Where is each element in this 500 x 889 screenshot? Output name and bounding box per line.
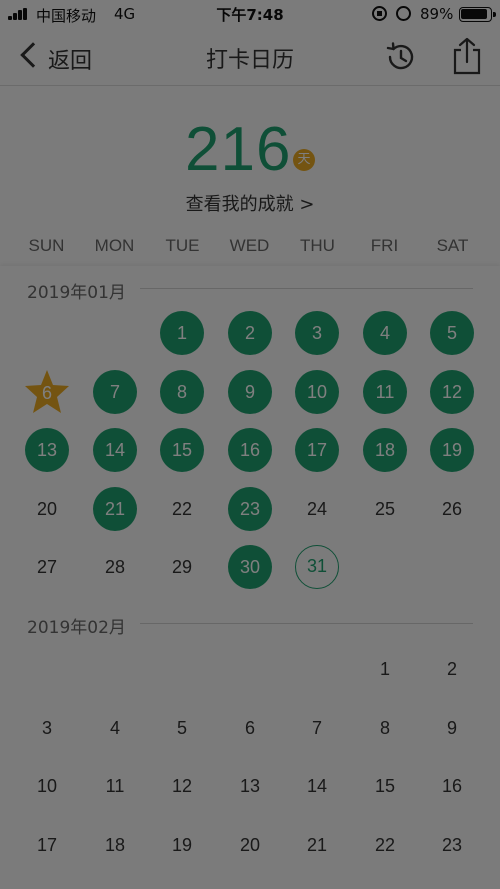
dim-overlay[interactable] xyxy=(0,0,500,889)
